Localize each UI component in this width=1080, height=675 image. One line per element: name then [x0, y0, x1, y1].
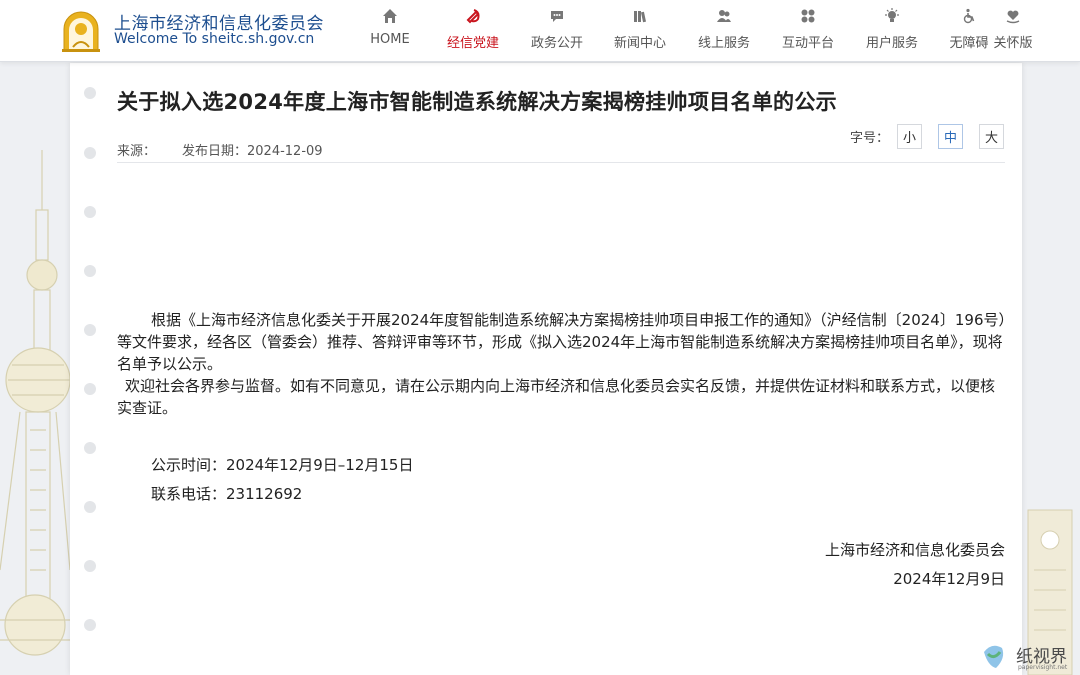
- font-size-small-button[interactable]: 小: [897, 123, 923, 149]
- nav-news-center-label: 新闻中心: [613, 36, 666, 51]
- article-paragraph: 欢迎社会各界参与监督。如有不同意见，请在公示期内向上海市经济和信息化委员会实名反…: [117, 377, 996, 417]
- binder-hole-decoration: [84, 619, 96, 631]
- binder-hole-decoration: [84, 501, 96, 513]
- binder-hole-decoration: [84, 560, 96, 572]
- nav-user-services-label: 用户服务: [865, 36, 918, 51]
- nav-care-version[interactable]: 关怀版: [990, 8, 1036, 54]
- nav-interactive-platform-label: 互动平台: [781, 36, 834, 51]
- nav-party-building-label: 经信党建: [446, 36, 499, 51]
- font-size-label: 字号：: [850, 130, 890, 146]
- binder-hole-decoration: [84, 442, 96, 454]
- nav-accessibility-label: 无障碍: [949, 36, 989, 51]
- binder-hole-decoration: [84, 87, 96, 99]
- notice-period: 公示时间：2024年12月9日–12月15日: [151, 456, 414, 474]
- binder-hole-decoration: [84, 383, 96, 395]
- nav-home-label: HOME: [370, 32, 410, 47]
- nav-online-services[interactable]: 线上服务: [694, 8, 754, 54]
- speech-bubble-icon: [527, 8, 587, 26]
- signature-organization: 上海市经济和信息化委员会: [824, 541, 1005, 559]
- title-divider: [117, 162, 1005, 163]
- binder-hole-decoration: [84, 147, 96, 159]
- nav-accessibility[interactable]: 无障碍: [946, 8, 992, 54]
- nav-party-building[interactable]: 经信党建: [443, 8, 503, 54]
- source-label: 来源：: [117, 144, 157, 159]
- nav-government-affairs-label: 政务公开: [530, 36, 583, 51]
- nav-care-version-label: 关怀版: [993, 36, 1033, 51]
- binder-hole-decoration: [84, 265, 96, 277]
- article-title: 关于拟入选2024年度上海市智能制造系统解决方案揭榜挂帅项目名单的公示: [117, 90, 837, 114]
- home-icon: [362, 8, 418, 26]
- article-paragraph: 根据《上海市经济信息化委关于开展2024年度智能制造系统解决方案揭榜挂帅项目申报…: [117, 311, 1006, 373]
- shanghai-emblem-logo[interactable]: [58, 7, 104, 53]
- binder-hole-decoration: [84, 206, 96, 218]
- binder-hole-decoration: [84, 324, 96, 336]
- books-icon: [610, 8, 670, 26]
- contact-phone: 联系电话：23112692: [151, 485, 303, 503]
- signature-date: 2024年12月9日: [893, 570, 1005, 588]
- nav-government-affairs[interactable]: 政务公开: [527, 8, 587, 54]
- grid-icon: [778, 8, 838, 26]
- heart-hand-icon: [990, 8, 1036, 26]
- font-size-large-button[interactable]: 大: [979, 123, 1005, 149]
- article-meta: 来源： 发布日期：2024-12-09: [117, 140, 323, 159]
- party-emblem-icon: [443, 8, 503, 26]
- nav-user-services[interactable]: 用户服务: [862, 8, 922, 54]
- wheelchair-icon: [946, 8, 992, 26]
- lightbulb-icon: [862, 8, 922, 26]
- publish-date: 发布日期：2024-12-09: [182, 144, 323, 159]
- users-icon: [694, 8, 754, 26]
- nav-online-services-label: 线上服务: [697, 36, 750, 51]
- nav-interactive-platform[interactable]: 互动平台: [778, 8, 838, 54]
- nav-home[interactable]: HOME: [362, 8, 418, 54]
- nav-news-center[interactable]: 新闻中心: [610, 8, 670, 54]
- font-size-switcher: 字号： 小 中 大: [850, 123, 1005, 149]
- font-size-medium-button[interactable]: 中: [938, 123, 964, 149]
- watermark-url: papervisight.net: [1018, 664, 1068, 671]
- article-container: 关于拟入选2024年度上海市智能制造系统解决方案揭榜挂帅项目名单的公示 来源： 发…: [70, 63, 1022, 675]
- site-subtitle: Welcome To sheitc.sh.gov.cn: [114, 31, 315, 47]
- site-header: 上海市经济和信息化委员会 Welcome To sheitc.sh.gov.cn…: [0, 0, 1080, 62]
